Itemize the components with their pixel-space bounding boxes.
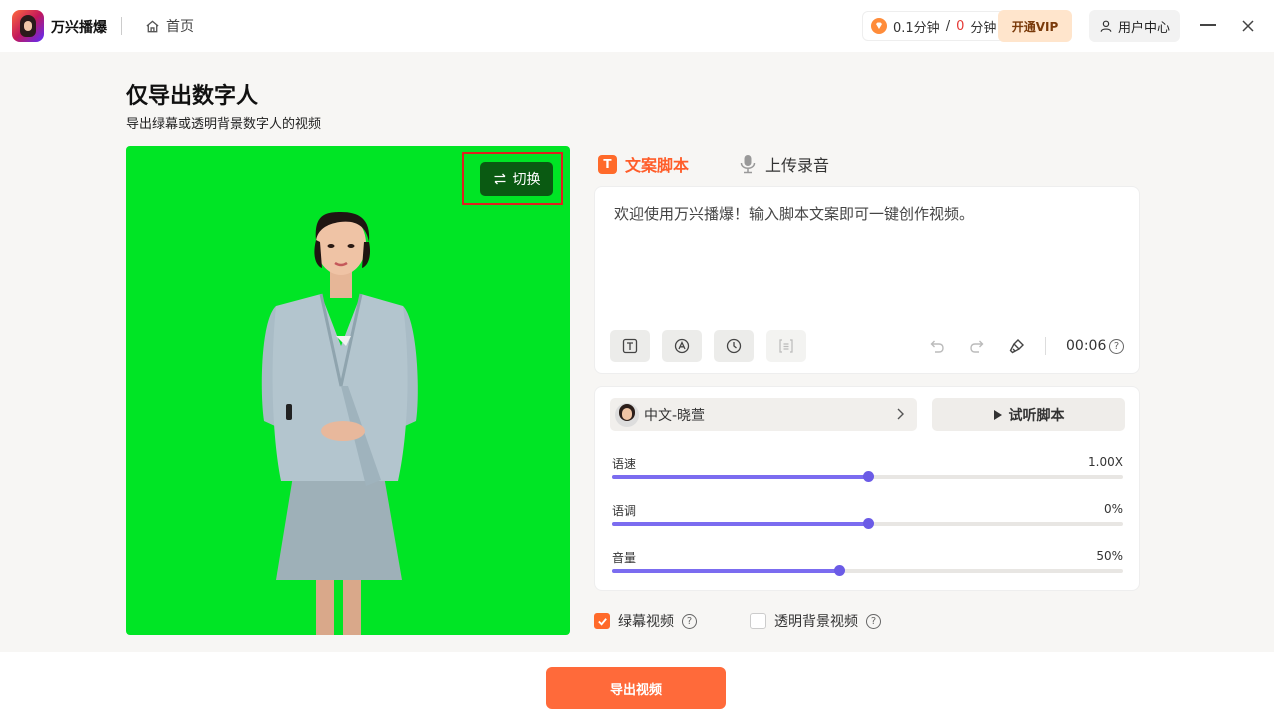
try-listen-label: 试听脚本 xyxy=(1008,407,1065,424)
switch-background-button[interactable]: 切换 xyxy=(480,162,553,196)
home-link[interactable]: 首页 xyxy=(145,16,194,36)
pitch-handle[interactable] xyxy=(862,518,874,529)
text-box-icon xyxy=(622,338,638,354)
tab-script-label: 文案脚本 xyxy=(625,156,690,175)
close-icon[interactable] xyxy=(1240,18,1256,34)
text-format-button[interactable] xyxy=(610,330,650,362)
redo-icon[interactable] xyxy=(968,337,986,355)
minimize-button[interactable] xyxy=(1200,24,1216,26)
digital-human-image xyxy=(261,212,418,635)
volume-label: 音量 xyxy=(612,551,637,565)
number-read-button[interactable] xyxy=(766,330,806,362)
script-editor[interactable]: 欢迎使用万兴播爆！输入脚本文案即可一键创作视频。 00:06 ? xyxy=(594,186,1140,374)
green-screen-help-icon[interactable]: ? xyxy=(682,613,697,629)
speed-label: 语速 xyxy=(612,457,637,471)
page-subtitle: 导出绿幕或透明背景数字人的视频 xyxy=(126,117,322,132)
speed-value: 1.00X xyxy=(1088,455,1123,469)
open-vip-button[interactable]: 开通VIP xyxy=(998,10,1072,42)
clock-icon xyxy=(726,338,742,354)
home-label: 首页 xyxy=(166,19,194,35)
avatar-preview xyxy=(126,146,570,635)
input-mode-tabs: T 文案脚本 上传录音 xyxy=(598,152,829,176)
speed-slider: 语速 1.00X xyxy=(612,455,1123,482)
try-listen-button[interactable]: 试听脚本 xyxy=(932,398,1125,431)
user-center-label: 用户中心 xyxy=(1117,20,1170,36)
volume-slider: 音量 50% xyxy=(612,549,1123,576)
titlebar-divider xyxy=(121,17,122,35)
diamond-icon xyxy=(871,18,887,34)
tab-upload-audio[interactable]: 上传录音 xyxy=(739,152,829,176)
microphone-icon xyxy=(740,155,756,174)
home-icon xyxy=(146,19,159,32)
bracket-number-icon xyxy=(779,339,793,353)
green-screen-checkbox[interactable] xyxy=(594,613,610,629)
tab-script[interactable]: T 文案脚本 xyxy=(598,152,689,176)
balance-separator: / xyxy=(945,18,951,34)
balance-indicator[interactable]: 0.1分钟 / 0 分钟 xyxy=(862,11,1006,41)
switch-label: 切换 xyxy=(512,172,541,188)
transparent-bg-option[interactable]: 透明背景视频 ? xyxy=(750,611,881,631)
pitch-fill xyxy=(612,522,868,526)
tab-upload-audio-label: 上传录音 xyxy=(765,156,830,175)
volume-handle[interactable] xyxy=(834,565,846,576)
volume-track[interactable] xyxy=(612,565,1123,576)
speed-track[interactable] xyxy=(612,471,1123,482)
clear-brush-icon[interactable] xyxy=(1008,337,1026,355)
pronunciation-icon xyxy=(674,338,690,354)
duration-help-icon[interactable]: ? xyxy=(1109,339,1124,354)
pitch-value: 0% xyxy=(1103,502,1123,516)
speed-handle[interactable] xyxy=(862,471,874,482)
check-icon xyxy=(597,617,607,626)
page-title: 仅导出数字人 xyxy=(126,84,259,109)
green-screen-label: 绿幕视频 xyxy=(618,614,674,630)
volume-value: 50% xyxy=(1096,549,1123,563)
chevron-right-icon xyxy=(897,408,904,420)
pitch-slider: 语调 0% xyxy=(612,502,1123,529)
pronunciation-button[interactable] xyxy=(662,330,702,362)
script-text-area[interactable]: 欢迎使用万兴播爆！输入脚本文案即可一键创作视频。 xyxy=(614,203,974,224)
voice-name: 中文-晓萱 xyxy=(644,407,706,424)
pause-insert-button[interactable] xyxy=(714,330,754,362)
speed-fill xyxy=(612,475,868,479)
user-center-button[interactable]: 用户中心 xyxy=(1089,10,1180,42)
voice-selector[interactable]: 中文-晓萱 xyxy=(610,398,917,431)
text-tab-icon: T xyxy=(598,154,617,174)
balance-available: 0.1分钟 xyxy=(893,20,940,36)
export-video-button[interactable]: 导出视频 xyxy=(546,667,726,709)
pitch-label: 语调 xyxy=(612,504,637,518)
pitch-track[interactable] xyxy=(612,518,1123,529)
transparent-bg-help-icon[interactable]: ? xyxy=(866,613,881,629)
script-duration: 00:06 xyxy=(1066,338,1107,354)
toolbar-divider xyxy=(1045,337,1046,355)
undo-icon[interactable] xyxy=(928,337,946,355)
app-name: 万兴播爆 xyxy=(51,20,107,36)
user-icon xyxy=(1100,20,1112,32)
balance-unit: 分钟 xyxy=(970,20,997,36)
balance-used: 0 xyxy=(956,18,965,34)
transparent-bg-label: 透明背景视频 xyxy=(774,614,858,630)
swap-icon xyxy=(494,173,505,185)
volume-fill xyxy=(612,569,840,573)
app-logo xyxy=(12,10,44,42)
green-screen-option[interactable]: 绿幕视频 ? xyxy=(594,611,697,631)
play-icon xyxy=(993,409,1002,420)
title-bar: 万兴播爆 首页 0.1分钟 / 0 分钟 开通VIP 用户中心 xyxy=(0,0,1274,52)
voice-settings: 中文-晓萱 试听脚本 语速 1.00X 语调 0% 音量 50% xyxy=(594,386,1140,591)
transparent-bg-checkbox[interactable] xyxy=(750,613,766,629)
voice-avatar xyxy=(615,402,639,427)
